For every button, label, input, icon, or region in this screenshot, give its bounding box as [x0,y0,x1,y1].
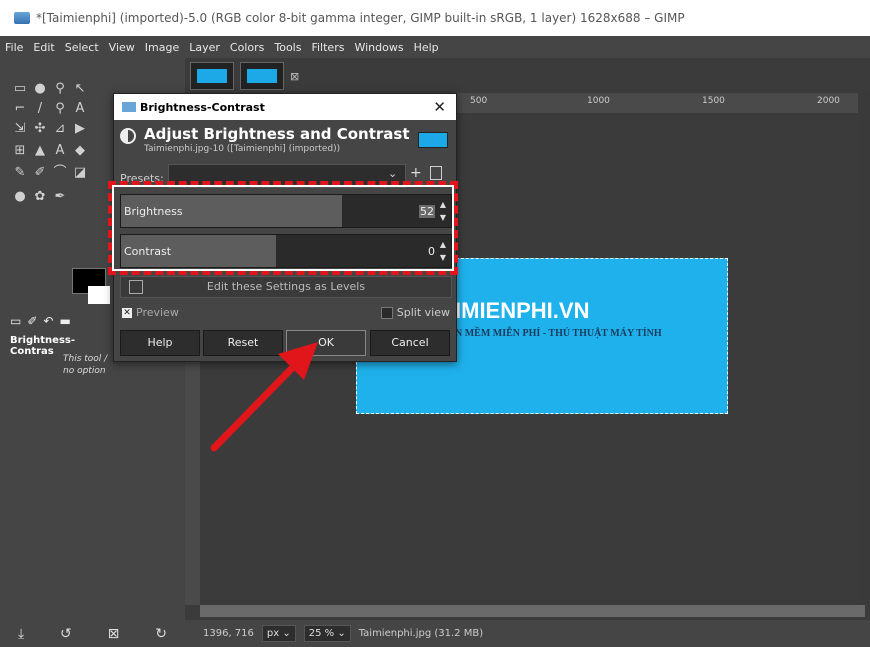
images-tab-icon[interactable]: ▬ [59,314,70,332]
smudge-tool-icon[interactable]: ▲ [32,144,48,158]
delete-options-icon[interactable]: ⊠ [108,626,120,642]
presets-chevron-down-icon[interactable]: ⌄ [388,167,397,180]
eyedropper-tool-icon[interactable]: ✒ [52,190,68,204]
help-button[interactable]: Help [120,330,200,356]
blur-tool-icon[interactable]: ✿ [32,190,48,204]
horizontal-ruler: 500 1000 1500 2000 [455,93,860,113]
add-preset-icon[interactable]: + [410,165,422,181]
ruler-tick-500: 500 [470,96,488,106]
tool-options-line-2: no option [63,366,106,376]
pencil-tool-icon[interactable]: ✎ [12,166,28,180]
restore-options-icon[interactable]: ↺ [60,626,72,642]
dialog-app-icon [122,102,136,112]
menu-edit[interactable]: Edit [28,41,59,54]
fuzzy-select-tool-icon[interactable]: ↖ [72,82,88,96]
unit-select[interactable]: px ⌄ [261,625,296,642]
menu-select[interactable]: Select [60,41,104,54]
highlight-box [108,181,458,275]
menu-view[interactable]: View [104,41,140,54]
menu-windows[interactable]: Windows [349,41,408,54]
crop-tool-icon[interactable]: ⌐ [12,102,28,116]
menu-help[interactable]: Help [409,41,444,54]
gimp-app-icon [14,12,30,24]
cage-tool-icon[interactable]: ⊞ [12,144,28,158]
unit-select-value: px [266,628,280,639]
menu-image[interactable]: Image [140,41,184,54]
brightness-contrast-icon [120,128,136,144]
pointer-arrow-icon [210,342,318,452]
ruler-tick-1000: 1000 [587,96,610,106]
split-view-box [380,306,393,319]
rect-select-tool-icon[interactable]: ▭ [12,82,28,96]
fill-tool-icon[interactable]: ◆ [72,144,88,158]
reset-options-icon[interactable]: ↻ [155,626,167,642]
preview-checkbox[interactable]: ✕ Preview [122,306,179,319]
dodge-tool-icon[interactable]: ● [12,190,28,204]
zoom-select-value: 25 % [308,628,335,639]
close-tab-icon[interactable]: ⊠ [290,70,299,83]
window-titlebar: *[Taimienphi] (imported)-5.0 (RGB color … [0,0,870,36]
paintbrush-tool-icon[interactable]: / [32,102,48,116]
dialog-titlebar[interactable]: Brightness-Contrast ✕ [114,94,456,120]
measure-tool-icon[interactable]: A [72,102,88,116]
menu-file[interactable]: File [0,41,28,54]
menu-tools[interactable]: Tools [269,41,306,54]
window-title: *[Taimienphi] (imported)-5.0 (RGB color … [36,11,685,25]
edit-as-levels-button[interactable]: Edit these Settings as Levels [120,276,452,298]
undo-history-tab-icon[interactable]: ↶ [43,314,53,332]
horizontal-scrollbar[interactable] [200,605,865,617]
tool-options-tab-icon[interactable]: ▭ [10,314,21,332]
cancel-button[interactable]: Cancel [370,330,450,356]
bucket-tool-icon[interactable]: ▶ [72,122,88,136]
zoom-select[interactable]: 25 % ⌄ [303,625,351,642]
preview-check-icon: ✕ [122,307,132,318]
tool-options-line-1: This tool / [63,354,108,364]
flip-tool-icon[interactable]: ⊿ [52,122,68,136]
menu-layer[interactable]: Layer [184,41,225,54]
vertical-scrollbar[interactable] [858,93,870,605]
preview-label: Preview [136,306,179,319]
statusbar: 1396, 716 px ⌄ 25 % ⌄ Taimienphi.jpg (31… [185,620,870,647]
warp-tool-icon[interactable]: ✣ [32,122,48,136]
menubar: File Edit Select View Image Layer Colors… [0,36,870,58]
zoom-tool-icon[interactable]: ⚲ [52,102,68,116]
image-logo-text: IMIENPHI.VN [455,298,590,323]
save-options-icon[interactable]: ⤓ [18,626,24,642]
image-tab-2[interactable] [240,62,284,90]
dialog-title: Brightness-Contrast [140,100,265,114]
image-tabs: ⊠ [190,62,299,90]
ruler-tick-2000: 2000 [817,96,840,106]
split-view-label: Split view [396,306,450,319]
image-subtitle-text: N MỀM MIỄN PHÍ - THỦ THUẬT MÁY TÍNH [455,328,662,339]
file-info: Taimienphi.jpg (31.2 MB) [358,628,484,639]
toolbox-panel: ▭ ● ⚲ ↖ ⌐ / ⚲ A ⇲ ✣ ⊿ ▶ ⊞ ▲ A ◆ ✎ ✐ ⌒ ◪ … [0,58,115,647]
pointer-coords: 1396, 716 [203,628,254,639]
dialog-heading: Adjust Brightness and Contrast [144,125,410,143]
lasso-tool-icon[interactable]: ⚲ [52,82,68,96]
edit-as-levels-label: Edit these Settings as Levels [206,280,366,293]
device-status-tab-icon[interactable]: ✐ [27,314,37,332]
dialog-preview-thumb [418,132,448,148]
text-tool-icon[interactable]: A [52,144,68,158]
clone-tool-icon[interactable]: ⌒ [52,166,68,180]
airbrush-tool-icon[interactable]: ✐ [32,166,48,180]
dialog-close-icon[interactable]: ✕ [433,98,446,116]
menu-filters[interactable]: Filters [306,41,349,54]
dock-bottom-buttons: ⤓ ↺ ⊠ ↻ [0,620,185,647]
background-color-swatch[interactable] [88,286,110,304]
image-tab-1[interactable] [190,62,234,90]
ellipse-select-tool-icon[interactable]: ● [32,82,48,96]
dialog-subheading: Taimienphi.jpg-10 ([Taimienphi] (importe… [144,144,341,154]
transform-tool-icon[interactable]: ⇲ [12,122,28,136]
split-view-checkbox[interactable]: Split view [380,306,450,319]
dock-tabs: ▭ ✐ ↶ ▬ [10,314,71,332]
menu-colors[interactable]: Colors [225,41,269,54]
presets-menu-icon[interactable] [430,166,442,180]
heal-tool-icon[interactable]: ◪ [72,166,88,180]
levels-icon [129,280,143,294]
ruler-tick-1500: 1500 [702,96,725,106]
vertical-ruler [185,350,200,605]
tool-options-description: This tool / no option [63,353,107,377]
